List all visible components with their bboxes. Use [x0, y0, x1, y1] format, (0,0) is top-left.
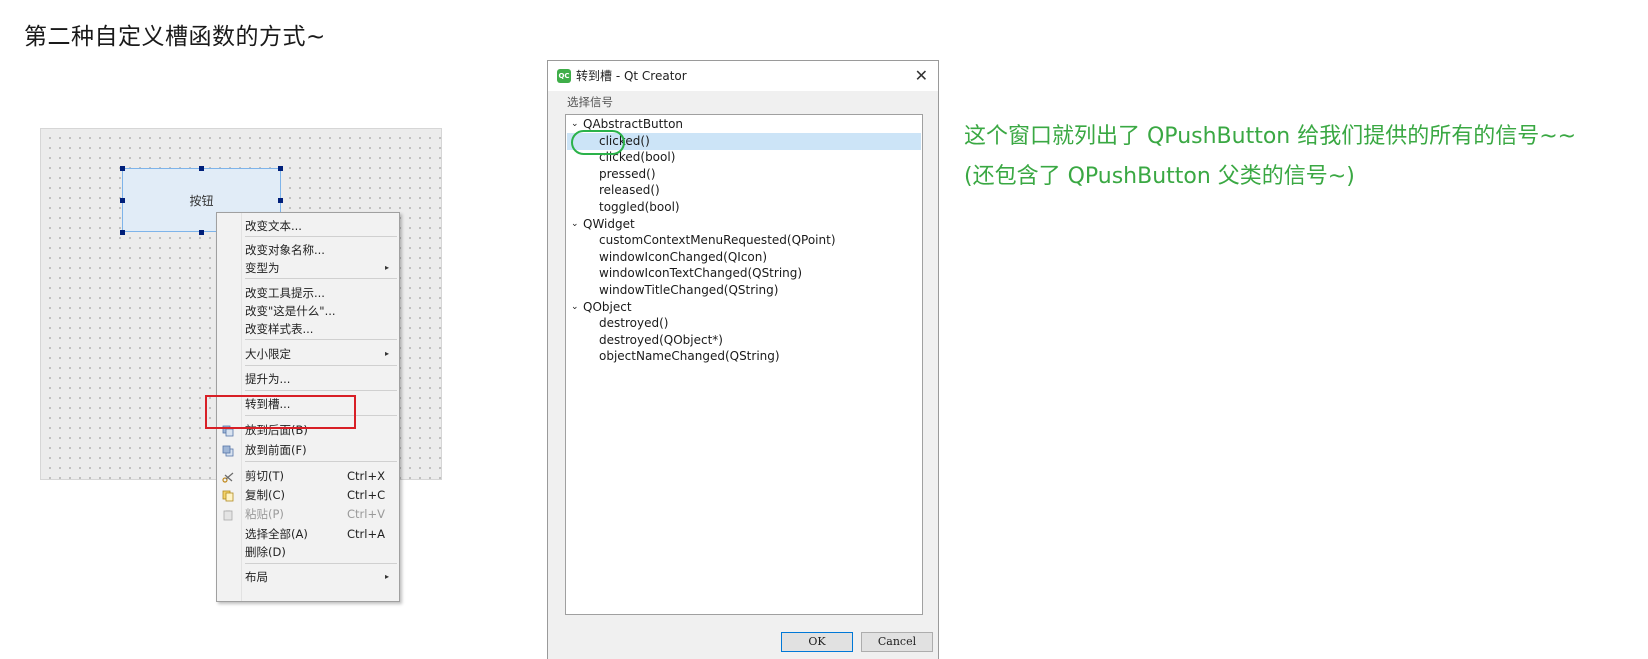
- chevron-down-icon[interactable]: ⌄: [571, 216, 579, 233]
- tree-item-label: windowIconTextChanged(QString): [599, 266, 803, 281]
- tree-item-label: windowTitleChanged(QString): [599, 283, 779, 297]
- ok-button[interactable]: OK: [781, 632, 853, 652]
- dialog-title: 转到槽 - Qt Creator: [576, 69, 687, 83]
- bring-to-front-icon: [222, 444, 234, 457]
- menu-item-label: 布局: [245, 570, 268, 584]
- resize-handle[interactable]: [120, 198, 125, 203]
- scissors-icon: [222, 470, 234, 483]
- tree-signal[interactable]: toggled(bool): [567, 199, 921, 216]
- menu-item[interactable]: 改变"这是什么"...: [217, 302, 399, 320]
- tree-item-label: objectNameChanged(QString): [599, 349, 780, 364]
- goto-slot-dialog: QC 转到槽 - Qt Creator ✕ 选择信号 ⌄ QAbstractBut…: [547, 60, 939, 659]
- menu-shortcut: Ctrl+C: [347, 488, 386, 502]
- qt-creator-icon: QC: [557, 69, 571, 83]
- menu-shortcut: Ctrl+V: [347, 507, 385, 521]
- tree-signal[interactable]: destroyed(QObject*): [567, 332, 921, 349]
- close-icon[interactable]: ✕: [915, 67, 928, 85]
- tree-signal[interactable]: objectNameChanged(QString): [567, 348, 921, 365]
- menu-item-label: 改变对象名称...: [245, 243, 325, 257]
- menu-item[interactable]: 提升为...: [217, 370, 399, 388]
- tree-item-label: toggled(bool): [599, 200, 680, 214]
- menu-item-label: 放到前面(F): [245, 443, 307, 457]
- menu-item-label: 改变文本...: [245, 219, 302, 233]
- menu-separator: [245, 390, 397, 391]
- menu-item[interactable]: 大小限定 ▸: [217, 345, 399, 363]
- menu-item-label: 改变样式表...: [245, 322, 314, 336]
- menu-item-label: 复制(C): [245, 488, 286, 502]
- menu-item[interactable]: 复制(C) Ctrl+C: [217, 486, 399, 504]
- menu-separator: [245, 339, 397, 340]
- menu-item-label: 粘贴(P): [245, 507, 284, 521]
- tree-signal[interactable]: pressed(): [567, 166, 921, 183]
- menu-separator: [245, 461, 397, 462]
- menu-item-label: 改变工具提示...: [245, 286, 325, 300]
- submenu-arrow-icon: ▸: [384, 572, 389, 581]
- resize-handle[interactable]: [120, 166, 125, 171]
- menu-item-label: 提升为...: [245, 372, 291, 386]
- menu-item[interactable]: 改变文本...: [217, 217, 399, 235]
- paste-icon: [222, 508, 234, 521]
- tree-group[interactable]: ⌄ QWidget: [567, 216, 921, 233]
- slide-title: 第二种自定义槽函数的方式~: [24, 24, 326, 50]
- chevron-down-icon[interactable]: ⌄: [571, 299, 579, 316]
- tree-item-label: released(): [599, 183, 660, 198]
- menu-shortcut: Ctrl+A: [347, 527, 385, 541]
- tree-signal[interactable]: released(): [567, 182, 921, 199]
- tree-signal[interactable]: windowIconChanged(QIcon): [567, 249, 921, 266]
- tree-item-label: QWidget: [583, 216, 635, 231]
- signal-group-label: 选择信号: [567, 95, 613, 109]
- dialog-titlebar: QC 转到槽 - Qt Creator ✕: [548, 61, 938, 91]
- tree-signal[interactable]: destroyed(): [567, 315, 921, 332]
- resize-handle[interactable]: [199, 230, 204, 235]
- menu-item[interactable]: 改变工具提示...: [217, 284, 399, 302]
- highlight-box: [205, 395, 356, 429]
- tree-item-label: destroyed(QObject*): [599, 332, 723, 347]
- tree-group[interactable]: ⌄ QAbstractButton: [567, 116, 921, 133]
- tree-group[interactable]: ⌄ QObject: [567, 299, 921, 316]
- menu-separator: [245, 236, 397, 237]
- menu-item-label: 改变"这是什么"...: [245, 304, 336, 318]
- menu-separator: [245, 365, 397, 366]
- tree-item-label: customContextMenuRequested(QPoint): [599, 233, 836, 248]
- menu-item-label: 剪切(T): [245, 469, 284, 483]
- menu-shortcut: Ctrl+X: [347, 469, 385, 483]
- signal-tree[interactable]: ⌄ QAbstractButton clicked() clicked(bool) pr…: [565, 114, 923, 615]
- tree-item-label: pressed(): [599, 166, 656, 181]
- annotation-note-1: 这个窗口就列出了 QPushButton 给我们提供的所有的信号~~: [964, 124, 1577, 149]
- submenu-arrow-icon: ▸: [384, 263, 389, 272]
- menu-item-label: 选择全部(A): [245, 527, 308, 541]
- resize-handle[interactable]: [278, 166, 283, 171]
- menu-item[interactable]: 放到前面(F): [217, 441, 399, 459]
- menu-separator: [245, 278, 397, 279]
- menu-item[interactable]: 变型为 ▸: [217, 259, 399, 277]
- menu-item[interactable]: 剪切(T) Ctrl+X: [217, 467, 399, 485]
- copy-icon: [222, 489, 234, 502]
- resize-handle[interactable]: [199, 166, 204, 171]
- menu-separator: [245, 563, 397, 564]
- tree-signal[interactable]: windowTitleChanged(QString): [567, 282, 921, 299]
- menu-item[interactable]: 改变对象名称...: [217, 241, 399, 259]
- push-button-label: 按钮: [189, 193, 214, 208]
- tree-item-label: destroyed(): [599, 316, 669, 331]
- tree-item-label: QObject: [583, 299, 632, 314]
- menu-item-label: 大小限定: [245, 347, 291, 361]
- menu-item-label: 删除(D): [245, 545, 286, 559]
- resize-handle[interactable]: [120, 230, 125, 235]
- menu-item-label: 变型为: [245, 261, 280, 275]
- annotation-circle: [571, 130, 625, 155]
- tree-signal[interactable]: customContextMenuRequested(QPoint): [567, 232, 921, 249]
- cancel-button[interactable]: Cancel: [861, 632, 933, 652]
- menu-item[interactable]: 布局 ▸: [217, 568, 399, 586]
- resize-handle[interactable]: [278, 198, 283, 203]
- submenu-arrow-icon: ▸: [384, 349, 389, 358]
- menu-item[interactable]: 改变样式表...: [217, 320, 399, 338]
- menu-item[interactable]: 删除(D): [217, 543, 399, 561]
- tree-item-label: windowIconChanged(QIcon): [599, 249, 768, 264]
- tree-signal[interactable]: windowIconTextChanged(QString): [567, 265, 921, 282]
- menu-item[interactable]: 选择全部(A) Ctrl+A: [217, 525, 399, 543]
- annotation-note-2: (还包含了 QPushButton 父类的信号~): [964, 164, 1355, 189]
- menu-item[interactable]: 粘贴(P) Ctrl+V: [217, 505, 399, 523]
